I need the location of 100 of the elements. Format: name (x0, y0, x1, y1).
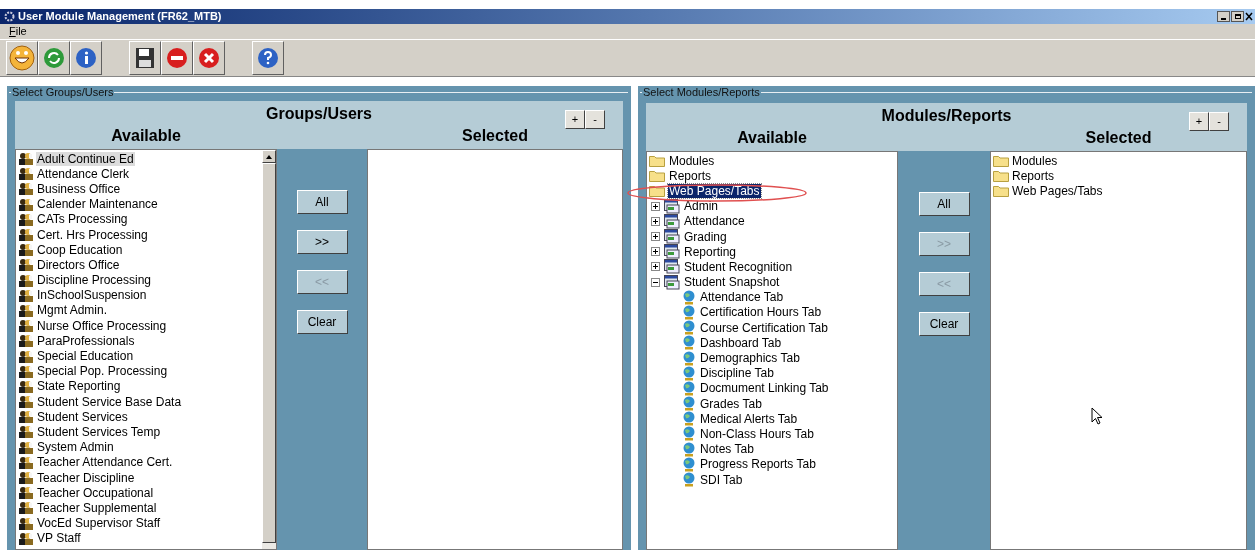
globe-icon (682, 456, 696, 472)
tree-item[interactable]: Medical Alerts Tab (699, 411, 799, 426)
list-item[interactable]: Teacher Supplemental (36, 500, 158, 515)
expand-icon[interactable] (651, 232, 660, 242)
window-icon (664, 259, 680, 275)
expand-icon[interactable] (651, 247, 660, 257)
tree-item[interactable]: Web Pages/Tabs (1012, 183, 1103, 198)
user-group-icon (18, 273, 33, 287)
tree-item[interactable]: Demographics Tab (699, 351, 801, 366)
close-icon[interactable] (1245, 11, 1253, 22)
list-item[interactable]: State Reporting (36, 379, 122, 394)
list-item[interactable]: Adult Continue Ed (36, 151, 135, 166)
list-item[interactable]: Student Services Temp (36, 424, 162, 439)
tree-item[interactable]: Attendance (683, 214, 746, 229)
list-item[interactable]: Special Pop. Processing (36, 364, 169, 379)
tree-item[interactable]: Reports (668, 168, 713, 183)
tree-item[interactable]: Course Certification Tab (699, 320, 829, 335)
user-group-icon (18, 410, 33, 424)
user-group-icon (18, 379, 33, 393)
tree-item[interactable]: Modules (668, 153, 716, 168)
user-group-icon (18, 349, 33, 363)
list-item[interactable]: Coop Education (36, 242, 124, 257)
expand-icon[interactable] (651, 262, 660, 272)
list-item[interactable]: Special Education (36, 349, 135, 364)
tree-item[interactable]: Docmument Linking Tab (699, 381, 830, 396)
list-item[interactable]: InSchoolSuspension (36, 288, 148, 303)
list-item[interactable]: Business Office (36, 181, 122, 196)
info-icon[interactable] (70, 41, 102, 75)
list-item[interactable]: CATs Processing (36, 212, 129, 227)
list-item[interactable]: Directors Office (36, 257, 121, 272)
list-item[interactable]: Calender Maintenance (36, 197, 159, 212)
list-item[interactable]: Cert. Hrs Processing (36, 227, 149, 242)
globe-icon (682, 320, 696, 336)
move-button[interactable]: All (918, 192, 970, 216)
window-icon (664, 274, 680, 290)
user-group-icon (18, 531, 33, 545)
group-legend: Select Groups/Users (11, 86, 115, 98)
list-item[interactable]: System Admin (36, 440, 115, 455)
expand-icon[interactable] (651, 201, 660, 211)
expand-all-button[interactable]: + (1189, 112, 1209, 131)
smiley-icon[interactable] (6, 41, 38, 75)
minimize-icon[interactable] (1217, 11, 1230, 22)
move-button[interactable]: Clear (296, 310, 348, 334)
list-item[interactable]: Mgmt Admin. (36, 303, 109, 318)
expand-all-button[interactable]: + (565, 110, 585, 129)
list-item[interactable]: Discipline Processing (36, 273, 153, 288)
collapse-all-button[interactable]: - (1209, 112, 1229, 131)
globe-icon (682, 411, 696, 427)
move-button[interactable]: All (296, 190, 348, 214)
list-item[interactable]: VocEd Supervisor Staff (36, 516, 162, 531)
list-item[interactable]: Teacher Attendance Cert. (36, 455, 174, 470)
tree-item[interactable]: Reporting (683, 244, 738, 259)
tree-item[interactable]: Non-Class Hours Tab (699, 426, 815, 441)
expand-icon[interactable] (651, 216, 660, 226)
user-group-icon (18, 455, 33, 469)
help-icon[interactable] (252, 41, 284, 75)
user-group-icon (18, 395, 33, 409)
user-group-icon (18, 486, 33, 500)
minus-icon[interactable] (161, 41, 193, 75)
window-icon (664, 213, 680, 229)
delete-icon[interactable] (193, 41, 225, 75)
folder-icon (993, 169, 1009, 183)
list-item[interactable]: VP Staff (36, 531, 82, 546)
globe-icon (682, 365, 696, 381)
tree-item[interactable]: Grading (683, 229, 728, 244)
collapse-all-button[interactable]: - (585, 110, 605, 129)
tree-item[interactable]: Reports (1012, 168, 1055, 183)
list-item[interactable]: ParaProfessionals (36, 333, 136, 348)
tree-item[interactable]: Notes Tab (699, 442, 755, 457)
tree-item[interactable]: Certification Hours Tab (699, 305, 823, 320)
list-item[interactable]: Teacher Occupational (36, 485, 155, 500)
list-item[interactable]: Student Services (36, 409, 129, 424)
tree-item[interactable]: Attendance Tab (699, 290, 785, 305)
tree-item[interactable]: Modules (1012, 153, 1058, 168)
user-group-icon (18, 152, 33, 166)
user-group-icon (18, 440, 33, 454)
user-group-icon (18, 471, 33, 485)
scroll-up-icon[interactable] (262, 150, 276, 163)
tree-item[interactable]: Admin (683, 199, 719, 214)
tree-item[interactable]: Dashboard Tab (699, 335, 783, 350)
move-button[interactable]: >> (296, 230, 348, 254)
tree-item[interactable]: Progress Reports Tab (699, 457, 817, 472)
menu-item[interactable]: File (9, 25, 27, 38)
tree-item[interactable]: Grades Tab (699, 396, 763, 411)
tree-item[interactable]: Student Recognition (683, 259, 794, 274)
tree-item[interactable]: Student Snapshot (683, 275, 781, 290)
list-item[interactable]: Attendance Clerk (36, 166, 131, 181)
list-item[interactable]: Nurse Office Processing (36, 318, 168, 333)
tree-item[interactable]: Discipline Tab (699, 366, 775, 381)
list-item[interactable]: Teacher Discipline (36, 470, 136, 485)
restore-icon[interactable] (1231, 11, 1244, 22)
list-item[interactable]: Student Service Base Data (36, 394, 183, 409)
globe-icon (682, 289, 696, 305)
user-group-icon (18, 182, 33, 196)
collapse-icon[interactable] (651, 277, 660, 287)
tree-item[interactable]: SDI Tab (699, 472, 744, 487)
save-icon[interactable] (129, 41, 161, 75)
user-group-icon (18, 258, 33, 272)
refresh-icon[interactable] (38, 41, 70, 75)
move-button[interactable]: Clear (918, 312, 970, 336)
